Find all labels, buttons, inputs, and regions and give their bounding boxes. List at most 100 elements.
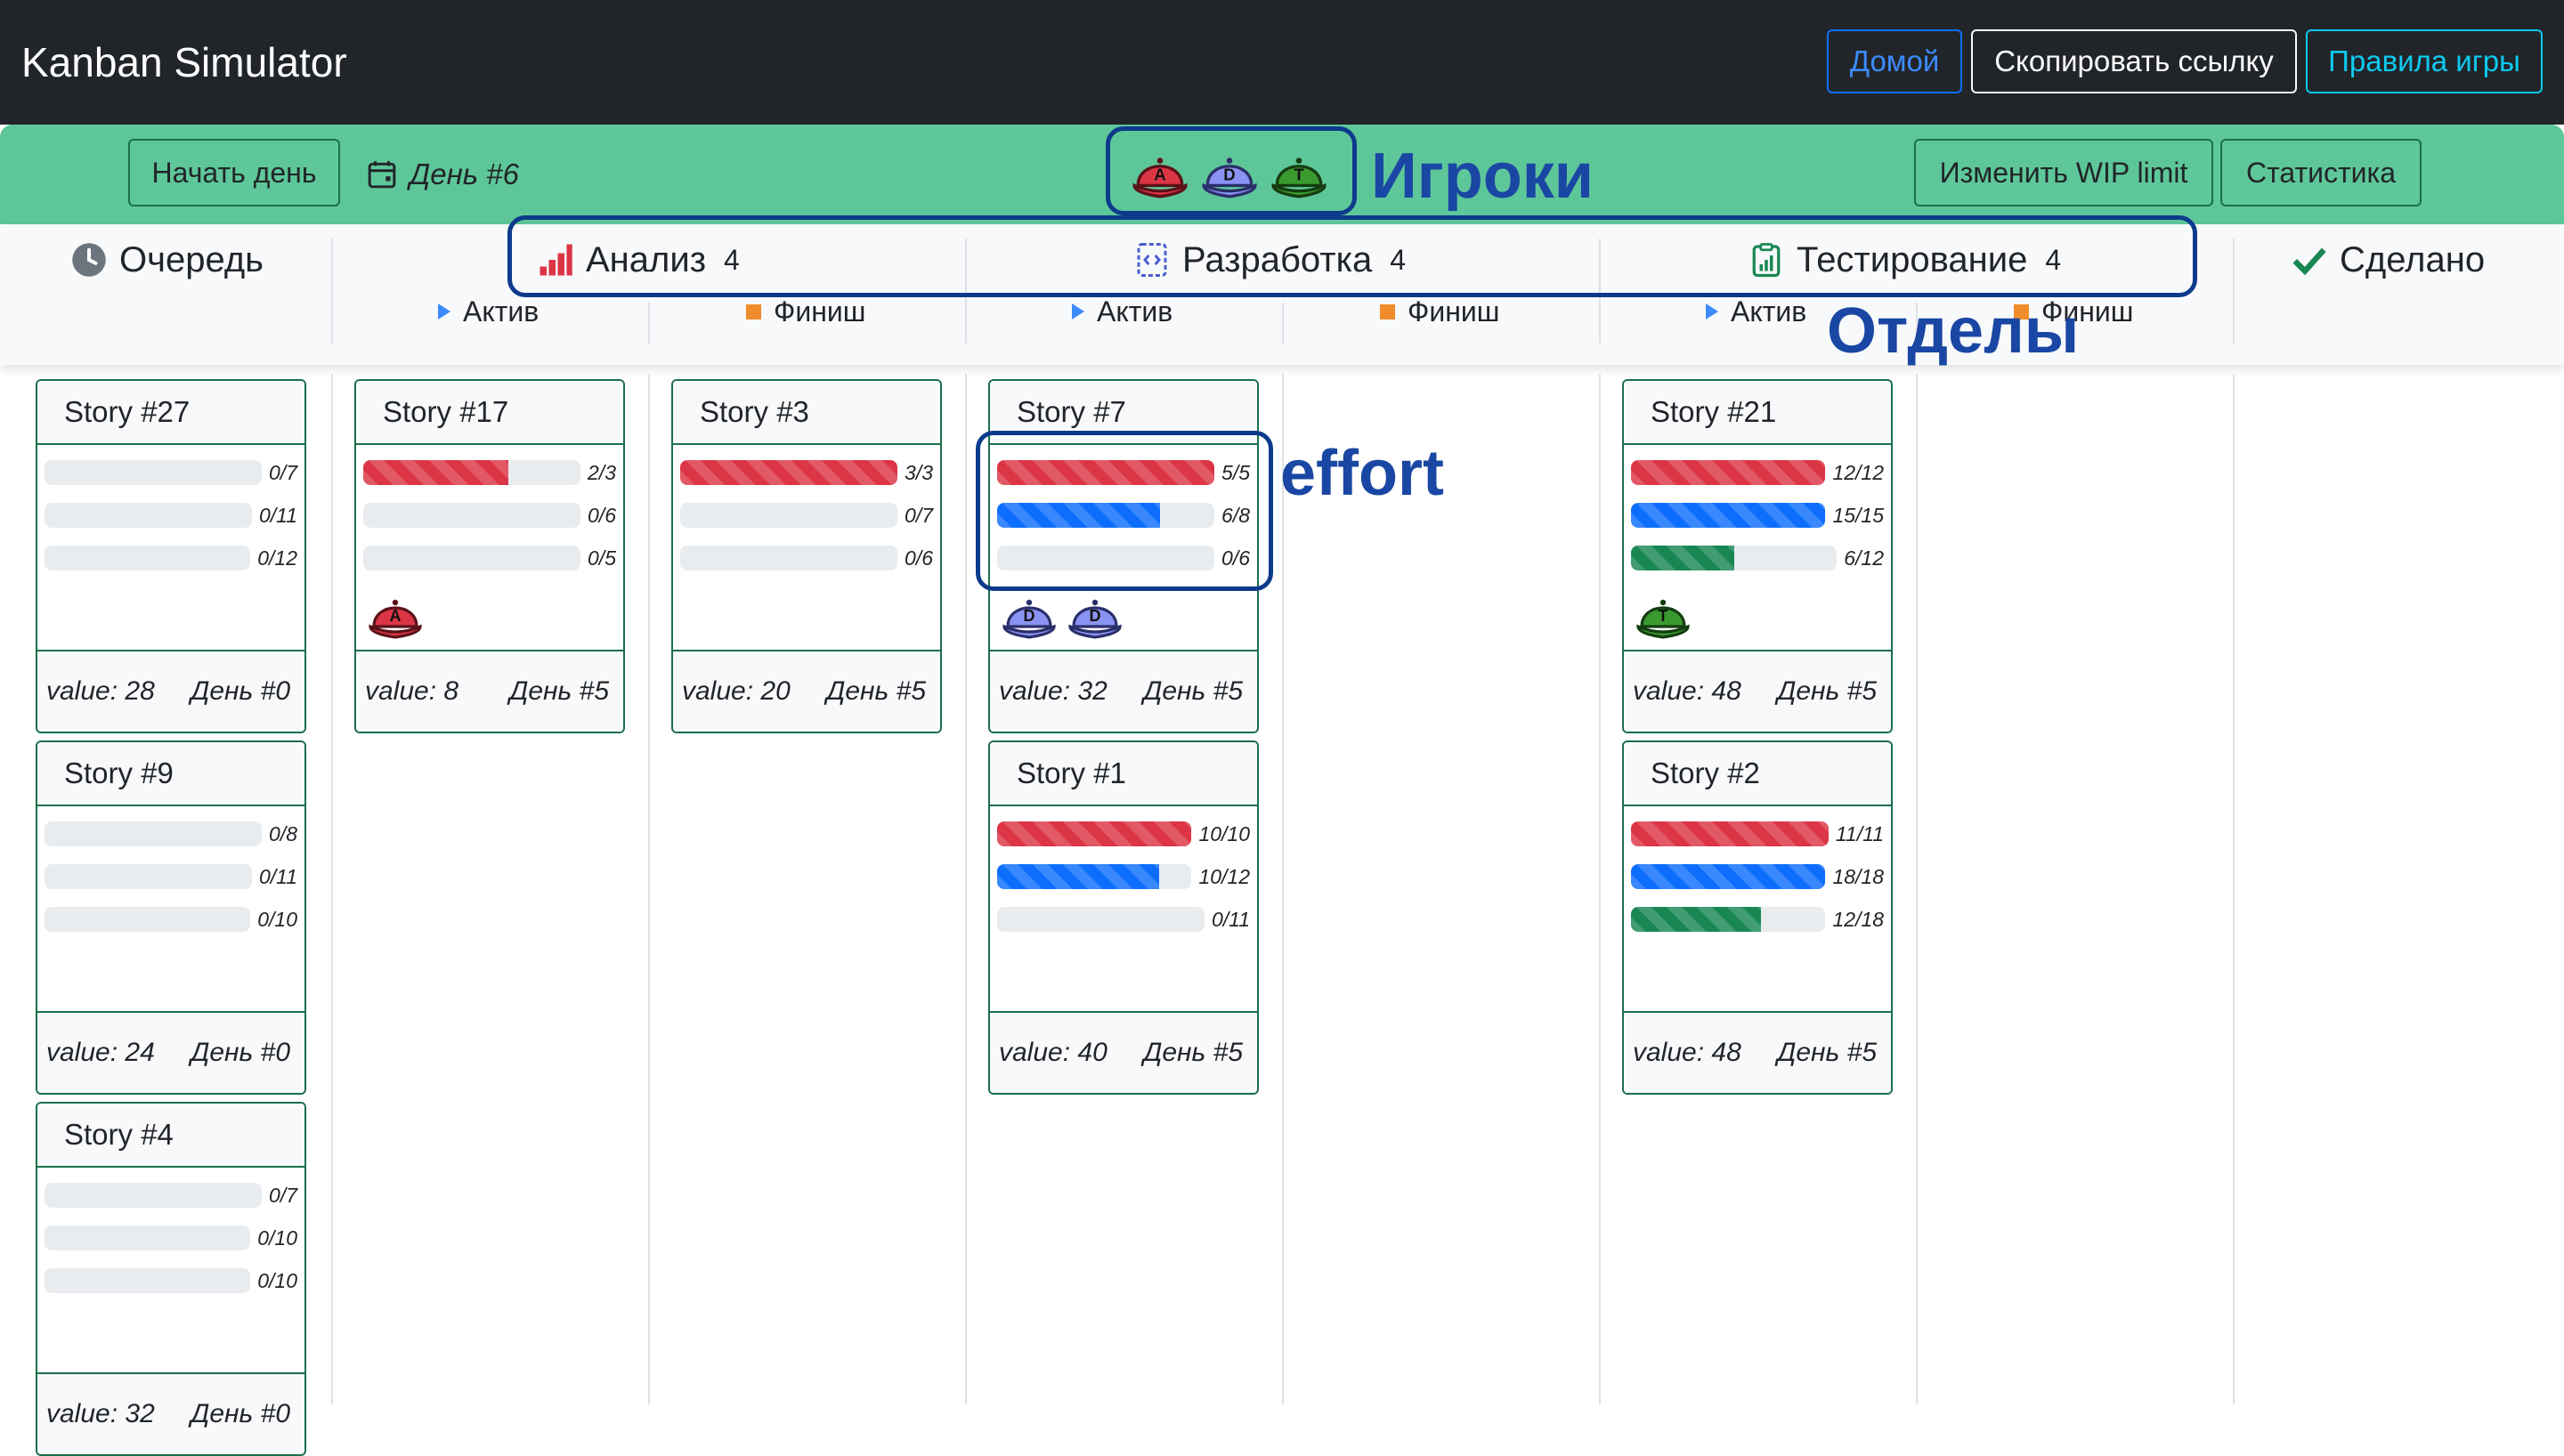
effort-progress-fill bbox=[1631, 907, 1761, 932]
effort-progress-fill bbox=[1631, 546, 1734, 570]
development-column-title: Разработка 4 bbox=[1134, 233, 1406, 287]
game-toolbar: Начать день День #6 A D T Изменить WIP lim… bbox=[0, 125, 2564, 224]
testing-active-subcolumn: Актив bbox=[1706, 294, 1806, 329]
story-start-day: День #0 bbox=[191, 1038, 290, 1067]
player-d-cap-icon[interactable]: D bbox=[1200, 144, 1259, 201]
effort-ratio: 15/15 bbox=[1832, 503, 1884, 527]
effort-progress-fill bbox=[997, 864, 1159, 889]
story-title: Story #21 bbox=[1624, 381, 1891, 445]
statistics-button[interactable]: Статистика bbox=[2220, 139, 2422, 206]
svg-text:T: T bbox=[1659, 607, 1668, 625]
effort-progress-bar bbox=[45, 1268, 251, 1293]
effort-row-testing: 0/11 bbox=[997, 906, 1250, 933]
check-icon bbox=[2292, 247, 2326, 276]
story-title: Story #3 bbox=[673, 381, 940, 445]
effort-progress-fill bbox=[1631, 503, 1826, 528]
story-footer: value: 8 День #5 bbox=[356, 650, 623, 732]
effort-ratio: 0/10 bbox=[257, 1225, 297, 1250]
development-active-subcolumn: Актив bbox=[1072, 294, 1172, 329]
story-card[interactable]: Story #1 10/10 10/12 0/11 value: 40 День #5 bbox=[988, 740, 1259, 1095]
story-footer: value: 48 День #5 bbox=[1624, 650, 1891, 732]
effort-row-analysis: 0/7 bbox=[45, 459, 297, 486]
story-start-day: День #5 bbox=[1777, 676, 1877, 706]
story-title: Story #9 bbox=[37, 742, 304, 806]
header-divider bbox=[965, 239, 967, 344]
players-group: ADT bbox=[1131, 144, 1328, 201]
effort-row-analysis: 3/3 bbox=[680, 459, 933, 486]
story-start-day: День #5 bbox=[1777, 1038, 1877, 1067]
copy-link-button[interactable]: Скопировать ссылку bbox=[1971, 29, 2297, 93]
effort-row-development: 18/18 bbox=[1631, 863, 1884, 890]
start-day-button[interactable]: Начать день bbox=[128, 139, 340, 206]
effort-progress-bar bbox=[1631, 503, 1826, 528]
board-divider bbox=[1599, 374, 1601, 1404]
board-divider bbox=[331, 374, 333, 1404]
change-wip-limit-button[interactable]: Изменить WIP limit bbox=[1914, 139, 2213, 206]
story-start-day: День #5 bbox=[1143, 676, 1243, 706]
clock-icon bbox=[72, 243, 106, 277]
player-d-cap-icon[interactable]: D bbox=[1001, 587, 1058, 641]
home-button[interactable]: Домой bbox=[1827, 29, 1962, 93]
story-value: value: 28 bbox=[46, 676, 155, 706]
story-start-day: День #0 bbox=[191, 676, 290, 706]
current-day: День #6 bbox=[367, 155, 519, 194]
story-card[interactable]: Story #7 5/5 6/8 0/6 D Dvalue: 32 День #5 bbox=[988, 379, 1259, 733]
player-d-cap-icon[interactable]: D bbox=[1067, 587, 1124, 641]
brand-title[interactable]: Kanban Simulator bbox=[21, 34, 347, 91]
board-divider bbox=[2233, 374, 2235, 1404]
story-footer: value: 40 День #5 bbox=[990, 1011, 1257, 1093]
story-effort-bars: 10/10 10/12 0/11 bbox=[990, 806, 1257, 1013]
story-card[interactable]: Story #2 11/11 18/18 12/18 value: 48 День #5 bbox=[1622, 740, 1893, 1095]
effort-progress-bar bbox=[1631, 864, 1826, 889]
story-title: Story #4 bbox=[37, 1104, 304, 1168]
testing-column-title: Тестирование 4 bbox=[1749, 233, 2061, 287]
story-value: value: 32 bbox=[46, 1399, 155, 1428]
development-wip-count: 4 bbox=[1390, 244, 1406, 276]
player-a-cap-icon[interactable]: A bbox=[367, 587, 424, 641]
player-a-cap-icon[interactable]: A bbox=[1131, 144, 1189, 201]
player-t-cap-icon[interactable]: T bbox=[1635, 587, 1692, 641]
effort-row-testing: 0/10 bbox=[45, 1267, 297, 1294]
story-card[interactable]: Story #27 0/7 0/11 0/12 value: 28 День #0 bbox=[36, 379, 306, 733]
assigned-players: DD bbox=[1001, 587, 1124, 641]
player-t-cap-icon[interactable]: T bbox=[1270, 144, 1328, 201]
story-card[interactable]: Story #9 0/8 0/11 0/10 value: 24 День #0 bbox=[36, 740, 306, 1095]
game-rules-button[interactable]: Правила игры bbox=[2306, 29, 2543, 93]
effort-ratio: 0/6 bbox=[1221, 546, 1250, 570]
effort-progress-bar bbox=[45, 546, 251, 570]
story-effort-bars: 0/7 0/10 0/10 bbox=[37, 1168, 304, 1374]
header-divider bbox=[331, 239, 333, 344]
effort-row-development: 10/12 bbox=[997, 863, 1250, 890]
effort-ratio: 12/18 bbox=[1832, 907, 1884, 931]
analysis-active-subcolumn: Актив bbox=[438, 294, 539, 329]
story-card[interactable]: Story #3 3/3 0/7 0/6 value: 20 День #5 bbox=[671, 379, 942, 733]
assigned-players: A bbox=[367, 587, 424, 641]
square-icon bbox=[1380, 303, 1395, 320]
effort-ratio: 0/6 bbox=[588, 503, 616, 527]
board-divider bbox=[1916, 374, 1918, 1404]
effort-progress-bar bbox=[680, 546, 898, 570]
svg-text:D: D bbox=[1090, 607, 1101, 625]
effort-progress-fill bbox=[1631, 460, 1826, 485]
story-title: Story #27 bbox=[37, 381, 304, 445]
story-start-day: День #5 bbox=[826, 676, 926, 706]
effort-ratio: 18/18 bbox=[1832, 864, 1884, 888]
story-card[interactable]: Story #21 12/12 15/15 6/12 Tvalue: 48 День #5 bbox=[1622, 379, 1893, 733]
effort-row-development: 0/10 bbox=[45, 1225, 297, 1251]
effort-progress-bar bbox=[45, 1183, 263, 1208]
story-card[interactable]: Story #4 0/7 0/10 0/10 value: 32 День #0 bbox=[36, 1102, 306, 1456]
effort-progress-bar bbox=[997, 821, 1192, 846]
effort-row-testing: 0/6 bbox=[997, 545, 1250, 571]
effort-row-testing: 12/18 bbox=[1631, 906, 1884, 933]
development-finish-subcolumn: Финиш bbox=[1380, 294, 1499, 329]
header-divider bbox=[1282, 303, 1284, 344]
effort-progress-bar bbox=[45, 821, 263, 846]
code-file-icon bbox=[1137, 243, 1167, 277]
story-value: value: 8 bbox=[365, 676, 459, 706]
story-card[interactable]: Story #17 2/3 0/6 0/5 Avalue: 8 День #5 bbox=[354, 379, 625, 733]
effort-ratio: 0/6 bbox=[905, 546, 933, 570]
board-divider bbox=[1282, 374, 1284, 1404]
story-title: Story #2 bbox=[1624, 742, 1891, 806]
header-divider bbox=[1599, 239, 1601, 344]
effort-ratio: 10/10 bbox=[1198, 821, 1250, 845]
